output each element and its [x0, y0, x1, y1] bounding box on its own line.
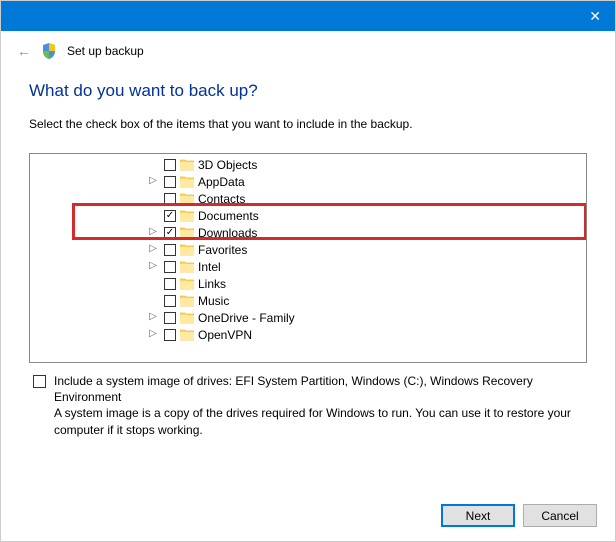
folder-label: Links: [198, 277, 226, 291]
tree-item[interactable]: ▷ ✓ Downloads: [30, 224, 586, 241]
folder-icon: [180, 244, 194, 256]
system-image-label: Include a system image of drives: EFI Sy…: [54, 373, 583, 405]
next-button[interactable]: Next: [441, 504, 515, 527]
folder-label: OneDrive - Family: [198, 311, 295, 325]
folder-label: Documents: [198, 209, 259, 223]
system-image-text: Include a system image of drives: EFI Sy…: [54, 373, 583, 438]
folder-checkbox[interactable]: [164, 261, 176, 273]
folder-checkbox[interactable]: ✓: [164, 227, 176, 239]
titlebar: ✕: [1, 1, 615, 31]
folder-checkbox[interactable]: [164, 295, 176, 307]
folder-label: Contacts: [198, 192, 245, 206]
header: ← Set up backup: [1, 31, 615, 71]
tree-item[interactable]: ▷ Intel: [30, 258, 586, 275]
folder-icon: [180, 210, 194, 222]
shield-icon: [41, 43, 57, 59]
folder-checkbox[interactable]: [164, 244, 176, 256]
expand-icon[interactable]: ▷: [148, 243, 158, 254]
system-image-option: Include a system image of drives: EFI Sy…: [29, 373, 587, 438]
folder-checkbox[interactable]: [164, 159, 176, 171]
expand-icon[interactable]: ▷: [148, 311, 158, 322]
tree-item[interactable]: ▷ Favorites: [30, 241, 586, 258]
folder-icon: [180, 261, 194, 273]
expand-icon[interactable]: ▷: [148, 175, 158, 186]
tree-item[interactable]: ▷ OneDrive - Family: [30, 309, 586, 326]
folder-checkbox[interactable]: [164, 278, 176, 290]
folder-checkbox[interactable]: [164, 312, 176, 324]
folder-icon: [180, 193, 194, 205]
folder-checkbox[interactable]: [164, 193, 176, 205]
folder-icon: [180, 159, 194, 171]
footer: Next Cancel: [1, 490, 615, 541]
system-image-description: A system image is a copy of the drives r…: [54, 405, 583, 437]
page-title: What do you want to back up?: [29, 81, 587, 101]
folder-icon: [180, 278, 194, 290]
cancel-button[interactable]: Cancel: [523, 504, 597, 527]
folder-label: OpenVPN: [198, 328, 252, 342]
tree-item[interactable]: Contacts: [30, 190, 586, 207]
folder-icon: [180, 227, 194, 239]
folder-icon: [180, 295, 194, 307]
header-title: Set up backup: [67, 44, 144, 58]
content-area: What do you want to back up? Select the …: [1, 71, 615, 490]
folder-label: Favorites: [198, 243, 247, 257]
tree-item[interactable]: ▷ OpenVPN: [30, 326, 586, 343]
expand-icon[interactable]: ▷: [148, 226, 158, 237]
back-arrow-icon[interactable]: ←: [17, 43, 31, 59]
folder-label: Music: [198, 294, 229, 308]
tree-item[interactable]: ✓ Documents: [30, 207, 586, 224]
folder-icon: [180, 329, 194, 341]
folder-checkbox[interactable]: ✓: [164, 210, 176, 222]
tree-item[interactable]: 3D Objects: [30, 156, 586, 173]
folder-label: Downloads: [198, 226, 257, 240]
close-icon[interactable]: ✕: [589, 8, 601, 25]
expand-icon[interactable]: ▷: [148, 260, 158, 271]
folder-icon: [180, 176, 194, 188]
backup-wizard-window: ✕ ← Set up backup What do you want to ba…: [0, 0, 616, 542]
system-image-checkbox[interactable]: [33, 375, 46, 388]
folder-label: Intel: [198, 260, 221, 274]
folder-checkbox[interactable]: [164, 329, 176, 341]
instruction-text: Select the check box of the items that y…: [29, 117, 587, 131]
tree-item[interactable]: Links: [30, 275, 586, 292]
folder-icon: [180, 312, 194, 324]
folder-tree[interactable]: 3D Objects ▷ AppData Contacts ✓ Documents ▷ ✓ Do…: [29, 153, 587, 363]
folder-label: AppData: [198, 175, 245, 189]
tree-item[interactable]: Music: [30, 292, 586, 309]
folder-checkbox[interactable]: [164, 176, 176, 188]
tree-item[interactable]: ▷ AppData: [30, 173, 586, 190]
folder-label: 3D Objects: [198, 158, 257, 172]
expand-icon[interactable]: ▷: [148, 328, 158, 339]
